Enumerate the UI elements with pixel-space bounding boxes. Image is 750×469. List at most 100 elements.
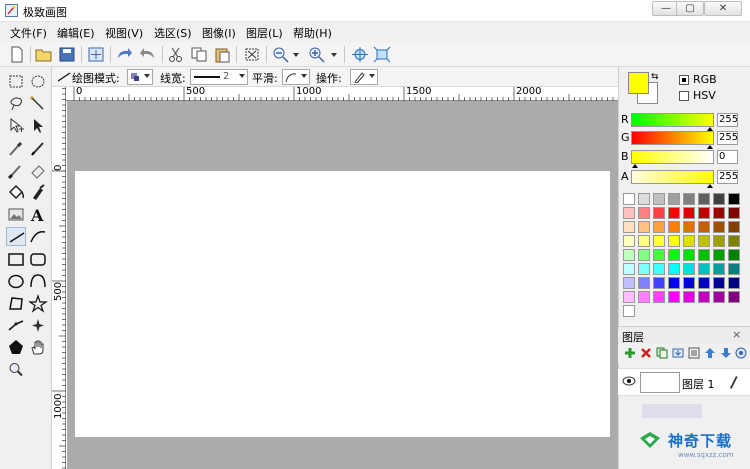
sparkle-tool-icon[interactable] (28, 316, 48, 335)
merge-layer-icon[interactable] (672, 347, 684, 359)
palette-swatch[interactable] (638, 263, 650, 275)
menu-image[interactable]: 图像(I) (202, 25, 236, 41)
palette-swatch[interactable] (668, 263, 680, 275)
channel-value-b[interactable]: 0 (717, 150, 738, 164)
palette-swatch[interactable] (623, 193, 635, 205)
lasso-tool-icon[interactable] (6, 94, 26, 113)
pencil-tool-icon[interactable] (28, 139, 48, 158)
palette-swatch[interactable] (683, 235, 695, 247)
palette-swatch[interactable] (623, 263, 635, 275)
palette-swatch[interactable] (653, 193, 665, 205)
actual-size-icon[interactable] (373, 46, 391, 63)
palette-swatch[interactable] (698, 193, 710, 205)
layer-visibility-eye-icon[interactable] (622, 376, 636, 386)
eraser-tool-icon[interactable] (28, 161, 48, 180)
palette-swatch[interactable] (713, 249, 725, 261)
resize-icon[interactable] (87, 46, 105, 63)
menu-layer[interactable]: 图层(L) (246, 25, 283, 41)
swap-colors-icon[interactable]: ⇆ (651, 72, 659, 82)
drawing-canvas[interactable] (75, 171, 610, 437)
palette-swatch[interactable] (698, 263, 710, 275)
duplicate-layer-icon[interactable] (656, 347, 668, 359)
zoom-out-dropdown-icon[interactable] (292, 46, 300, 63)
polygon-tool-icon[interactable] (6, 294, 26, 313)
palette-swatch[interactable] (638, 193, 650, 205)
palette-swatch[interactable] (698, 207, 710, 219)
palette-swatch[interactable] (623, 235, 635, 247)
magic-wand-tool-icon[interactable] (28, 94, 48, 113)
palette-swatch[interactable] (713, 235, 725, 247)
zoom-in-dropdown-icon[interactable] (330, 46, 338, 63)
palette-swatch[interactable] (683, 291, 695, 303)
zoom-in-icon[interactable] (308, 46, 326, 63)
arc-tool-icon[interactable] (28, 272, 48, 291)
palette-swatch[interactable] (698, 221, 710, 233)
palette-swatch[interactable] (728, 235, 740, 247)
palette-swatch[interactable] (698, 235, 710, 247)
layers-panel-close-button[interactable]: × (732, 328, 741, 341)
palette-swatch[interactable] (728, 277, 740, 289)
palette-swatch[interactable] (653, 207, 665, 219)
palette-swatch[interactable] (683, 263, 695, 275)
palette-swatch[interactable] (623, 291, 635, 303)
palette-swatch[interactable] (713, 277, 725, 289)
new-icon[interactable] (8, 46, 26, 63)
palette-swatch[interactable] (638, 207, 650, 219)
palette-swatch[interactable] (728, 221, 740, 233)
cut-icon[interactable] (167, 46, 185, 63)
palette-swatch[interactable] (653, 221, 665, 233)
color-picker-tool-icon[interactable] (6, 139, 26, 158)
foreground-color-swatch[interactable] (628, 72, 649, 94)
palette-swatch[interactable] (713, 263, 725, 275)
palette-swatch[interactable] (728, 291, 740, 303)
palette-swatch[interactable] (683, 207, 695, 219)
move-tool-icon[interactable] (28, 116, 48, 135)
add-layer-icon[interactable] (624, 347, 636, 359)
palette-swatch[interactable] (638, 235, 650, 247)
channel-value-r[interactable]: 255 (717, 113, 738, 127)
palette-swatch[interactable] (728, 263, 740, 275)
fill-bucket-tool-icon[interactable] (6, 183, 26, 202)
hsv-radio[interactable] (679, 91, 689, 101)
palette-swatch[interactable] (623, 249, 635, 261)
palette-swatch[interactable] (728, 193, 740, 205)
layer-row[interactable]: 图层 1 (618, 368, 750, 396)
text-tool-icon[interactable]: A (28, 205, 48, 224)
palette-swatch[interactable] (653, 277, 665, 289)
channel-slider-a[interactable] (631, 170, 714, 188)
layer-settings-icon[interactable] (735, 347, 747, 359)
palette-swatch[interactable] (638, 277, 650, 289)
palette-swatch[interactable] (683, 249, 695, 261)
open-icon[interactable] (35, 46, 53, 63)
palette-swatch[interactable] (668, 221, 680, 233)
menu-help[interactable]: 帮助(H) (293, 25, 332, 41)
palette-swatch[interactable] (623, 305, 635, 317)
palette-swatch[interactable] (653, 249, 665, 261)
palette-swatch[interactable] (653, 291, 665, 303)
brush-tool-icon[interactable] (6, 161, 26, 180)
palette-swatch[interactable] (668, 207, 680, 219)
filled-polygon-tool-icon[interactable] (6, 338, 26, 357)
channel-slider-b[interactable] (631, 150, 714, 168)
image-tool-icon[interactable] (6, 205, 26, 224)
channel-slider-r[interactable] (631, 113, 714, 131)
copy-icon[interactable] (190, 46, 208, 63)
palette-swatch[interactable] (638, 291, 650, 303)
menu-view[interactable]: 视图(V) (105, 25, 143, 41)
palette-swatch[interactable] (638, 249, 650, 261)
close-button[interactable]: ✕ (704, 1, 742, 16)
palette-swatch[interactable] (623, 221, 635, 233)
palette-swatch[interactable] (668, 291, 680, 303)
palette-swatch[interactable] (728, 249, 740, 261)
channel-slider-g[interactable] (631, 131, 714, 149)
palette-swatch[interactable] (728, 207, 740, 219)
zoom-out-icon[interactable] (272, 46, 290, 63)
palette-swatch[interactable] (683, 193, 695, 205)
palette-swatch[interactable] (668, 235, 680, 247)
curve-tool-icon[interactable] (28, 227, 48, 246)
palette-swatch[interactable] (698, 291, 710, 303)
palette-swatch[interactable] (668, 249, 680, 261)
ellipse-select-tool-icon[interactable] (28, 72, 48, 91)
palette-swatch[interactable] (713, 291, 725, 303)
palette-swatch[interactable] (638, 221, 650, 233)
